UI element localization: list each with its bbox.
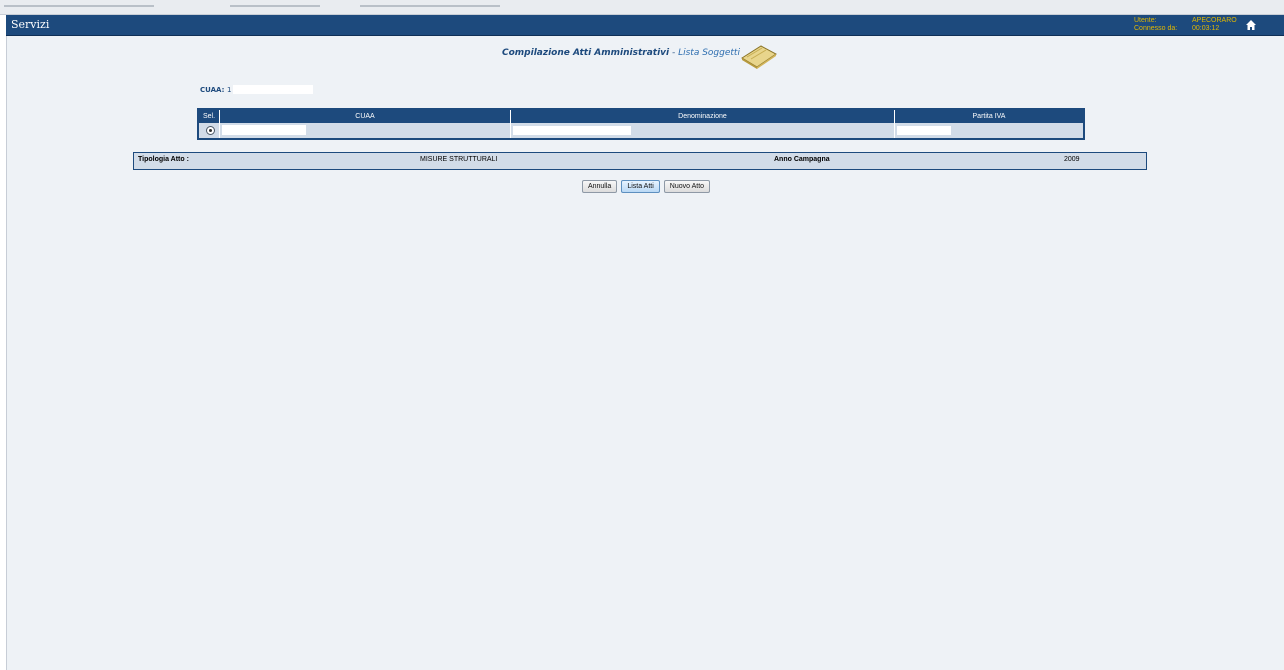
page-title-sub: Lista Soggetti <box>678 48 740 58</box>
anno-campagna-value: 2009 <box>1064 156 1080 163</box>
column-header-partita-iva: Partita IVA <box>894 109 1084 123</box>
app-title: Servizi <box>11 18 50 31</box>
redacted-partita-iva-cell <box>897 126 951 135</box>
column-header-cuaa: CUAA <box>219 109 511 123</box>
table-row[interactable] <box>198 123 1084 139</box>
browser-top-strip <box>0 0 1284 15</box>
soggetti-table: Sel. CUAA Denominazione Partita IVA <box>197 108 1085 140</box>
denominazione-cell <box>510 123 895 139</box>
app-header: Servizi Utente: APECORARO Connesso da: 00:… <box>6 15 1284 36</box>
partita-iva-cell <box>894 123 1084 139</box>
user-label: Utente: <box>1134 17 1157 24</box>
home-icon[interactable] <box>1244 18 1258 32</box>
nuovo-atto-button[interactable]: Nuovo Atto <box>663 180 711 193</box>
user-info: Utente: APECORARO Connesso da: 00:03:12 <box>1134 17 1237 33</box>
book-icon <box>741 45 777 69</box>
cuaa-value: 1 <box>227 86 232 94</box>
page-title-separator: - <box>669 48 679 58</box>
sel-cell[interactable] <box>198 123 220 139</box>
cuaa-cell <box>219 123 511 139</box>
select-radio[interactable] <box>206 126 215 135</box>
redacted-denominazione-cell <box>513 126 631 135</box>
redacted-cuaa <box>233 85 313 94</box>
page-title: Compilazione Atti Amministrativi - Lista… <box>502 48 740 58</box>
anno-campagna-label: Anno Campagna <box>774 156 830 163</box>
column-header-denominazione: Denominazione <box>510 109 895 123</box>
main-content: Compilazione Atti Amministrativi - Lista… <box>6 36 1284 670</box>
connected-label: Connesso da: <box>1134 25 1178 32</box>
redacted-cuaa-cell <box>222 125 306 135</box>
annulla-button[interactable]: Annulla <box>581 180 618 193</box>
user-value: APECORARO <box>1192 17 1237 24</box>
column-header-sel: Sel. <box>198 109 220 123</box>
table-header-row: Sel. CUAA Denominazione Partita IVA <box>198 109 1084 123</box>
lista-atti-button[interactable]: Lista Atti <box>621 180 660 193</box>
tipologia-bar: Tipologia Atto : MISURE STRUTTURALI Anno… <box>133 152 1147 170</box>
connected-value: 00:03:12 <box>1192 25 1220 32</box>
page-title-main: Compilazione Atti Amministrativi <box>502 48 670 58</box>
tipologia-value: MISURE STRUTTURALI <box>420 156 498 163</box>
action-buttons: Annulla Lista Atti Nuovo Atto <box>7 180 1284 193</box>
cuaa-label: CUAA: <box>200 86 225 94</box>
tipologia-label: Tipologia Atto : <box>138 156 189 163</box>
